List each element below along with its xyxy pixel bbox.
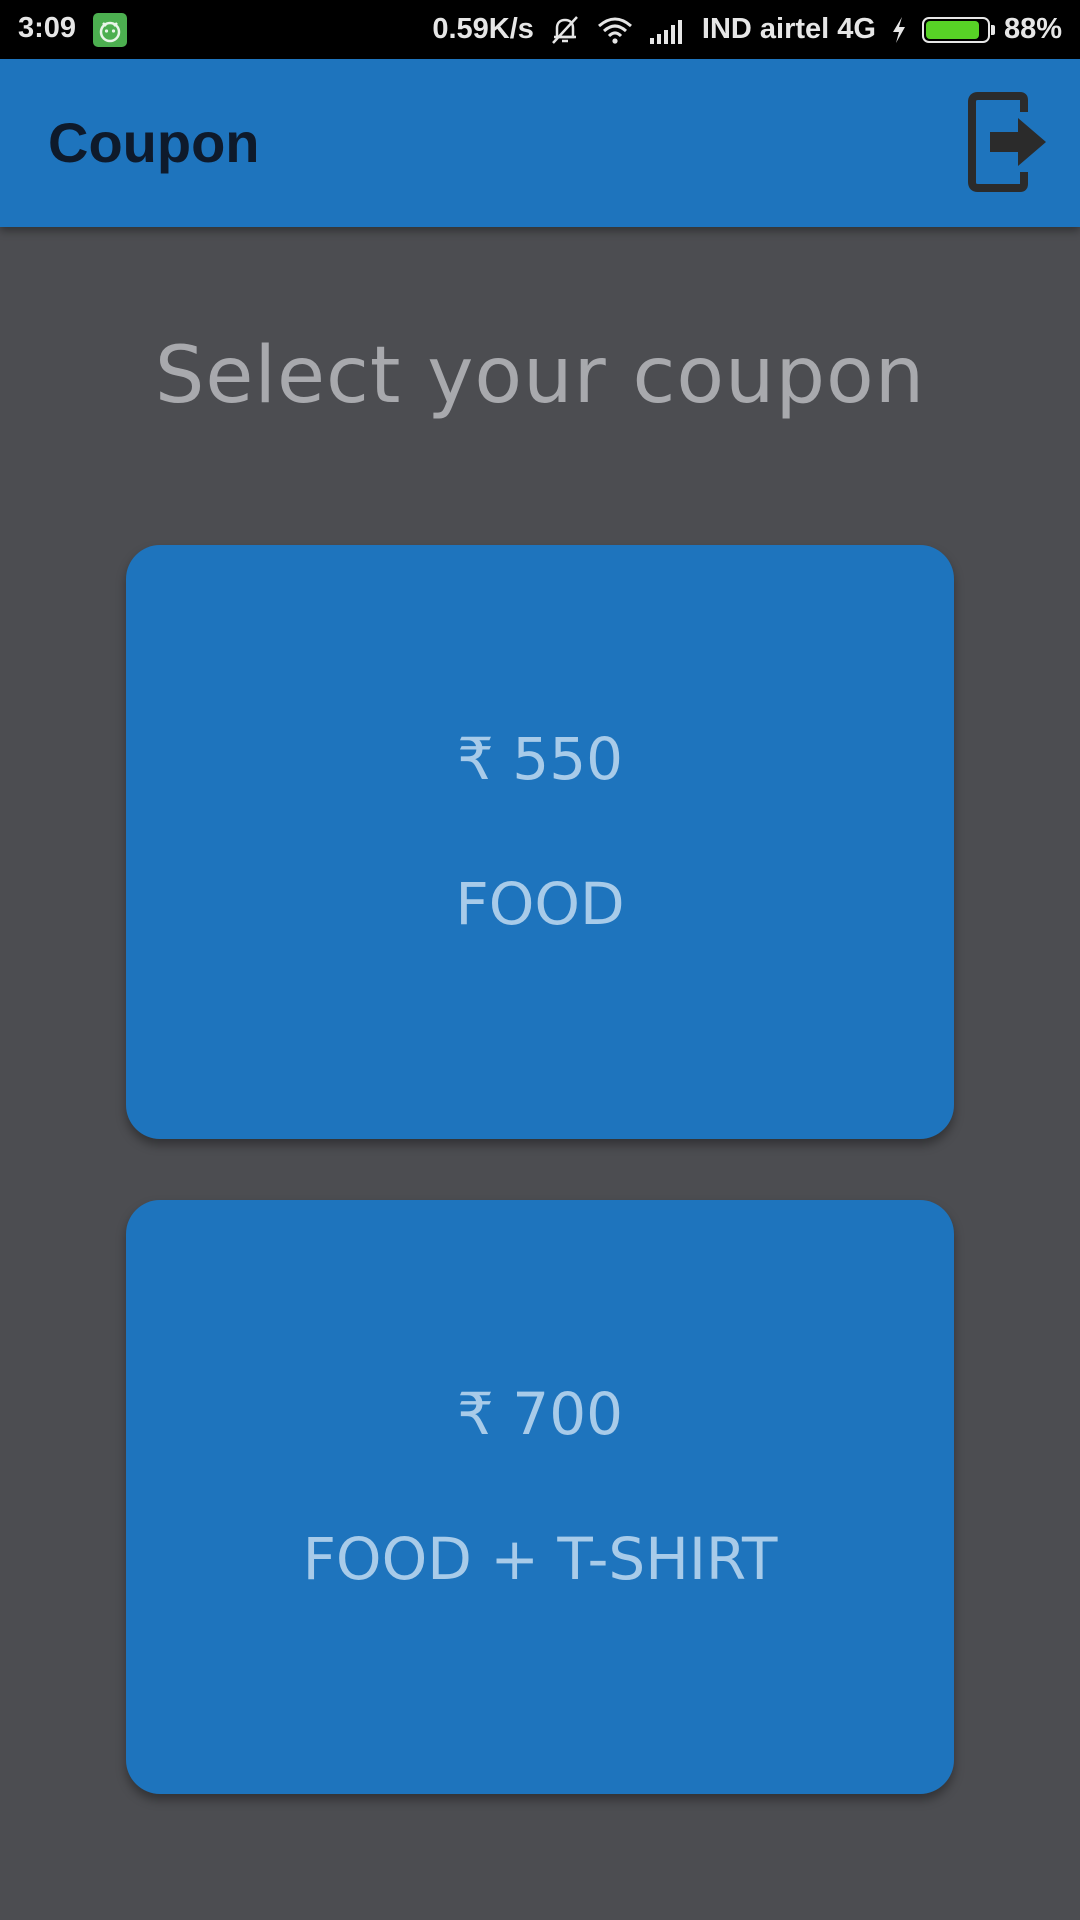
logout-button[interactable] <box>966 92 1052 192</box>
page-heading: Select your coupon <box>154 331 926 421</box>
wifi-icon <box>596 15 634 45</box>
battery-fill <box>925 20 979 39</box>
status-bar: 3:09 0.59K/s IND airtel 4G 88% <box>0 0 1080 59</box>
charging-icon <box>890 15 908 45</box>
app-title: Coupon <box>48 111 260 174</box>
mute-icon <box>548 13 582 47</box>
coupon-card-food[interactable]: ₹ 550 FOOD <box>126 545 954 1139</box>
status-time: 3:09 <box>18 12 77 44</box>
coupon-price: ₹ 550 <box>456 725 624 793</box>
app-notification-icon <box>93 13 127 47</box>
status-indicators: 0.59K/s IND airtel 4G 88% <box>432 0 1062 59</box>
coupon-price: ₹ 700 <box>456 1380 624 1448</box>
signal-icon <box>648 16 688 44</box>
battery-percent: 88% <box>1003 13 1062 45</box>
coupon-label: FOOD + T-SHIRT <box>302 1525 778 1593</box>
battery-icon <box>921 16 995 43</box>
carrier-label: IND airtel 4G <box>701 13 876 45</box>
app-bar: Coupon <box>0 59 1080 227</box>
logout-icon <box>968 92 1046 192</box>
coupon-label: FOOD <box>455 870 625 938</box>
coupon-card-food-tshirt[interactable]: ₹ 700 FOOD + T-SHIRT <box>126 1200 954 1794</box>
net-speed: 0.59K/s <box>432 13 534 45</box>
